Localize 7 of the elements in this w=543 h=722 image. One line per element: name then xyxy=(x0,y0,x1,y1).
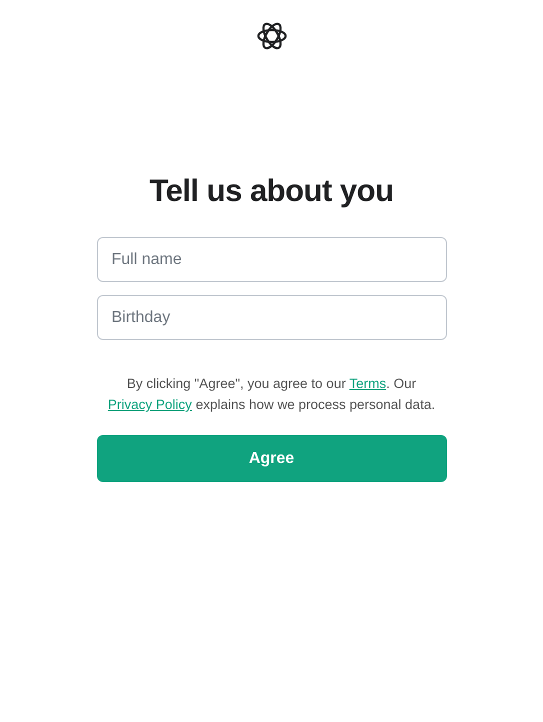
text-link[interactable]: Terms xyxy=(349,376,386,391)
input-field[interactable]: Full name xyxy=(96,237,446,282)
text-link[interactable]: Privacy Policy xyxy=(108,397,192,412)
agree-button[interactable]: Agree xyxy=(96,435,446,482)
input-field[interactable]: Birthday xyxy=(96,295,446,340)
consent-text: By clicking "Agree", you agree to our Terms. Our Privacy Policy explains how we process personal data. xyxy=(106,375,436,414)
page-heading: Tell us about you xyxy=(149,173,394,209)
